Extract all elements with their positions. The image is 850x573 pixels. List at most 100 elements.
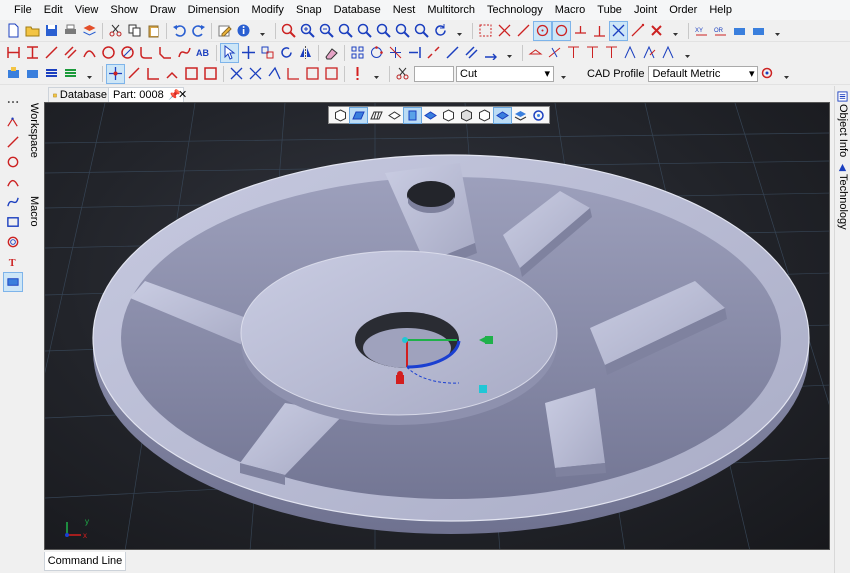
tab-database[interactable]: Database <box>48 87 112 102</box>
dim-linear-icon[interactable] <box>527 44 544 62</box>
right-view-icon[interactable] <box>458 108 475 123</box>
layer-icon[interactable] <box>81 22 98 40</box>
dropdown-arrow-icon[interactable] <box>679 44 696 62</box>
dropdown-arrow-icon[interactable] <box>368 65 385 83</box>
back-view-icon[interactable] <box>476 108 493 123</box>
snap-endpoint-icon[interactable] <box>477 22 494 40</box>
front-view-icon[interactable] <box>402 106 422 124</box>
command-line-tab[interactable]: Command Line <box>44 552 126 571</box>
menu-show[interactable]: Show <box>104 0 144 20</box>
dropdown-arrow-icon[interactable] <box>555 65 572 83</box>
technology-tab[interactable]: Technology <box>837 174 849 230</box>
workspace-tab[interactable]: Workspace <box>28 103 40 158</box>
draw-rectangle-icon[interactable] <box>4 213 22 231</box>
dim-aligned-icon[interactable] <box>546 44 563 62</box>
menu-technology[interactable]: Technology <box>481 0 549 20</box>
polar-array-icon[interactable] <box>368 44 385 62</box>
zoom-window-icon[interactable] <box>280 22 297 40</box>
zoom-realtime-icon[interactable] <box>413 22 430 40</box>
dropdown-arrow-icon[interactable] <box>667 22 684 40</box>
view-settings-icon[interactable] <box>530 108 547 123</box>
object-info-tab[interactable]: Object Info <box>837 104 849 157</box>
print-icon[interactable] <box>62 22 79 40</box>
zoom-selection-icon[interactable] <box>394 22 411 40</box>
snap-intersection-icon[interactable] <box>496 22 513 40</box>
coordinate-polar-icon[interactable]: OR <box>712 22 729 40</box>
draw-region-icon[interactable] <box>3 272 23 292</box>
close-icon[interactable]: ✕ <box>174 87 191 102</box>
dropdown-arrow-icon[interactable] <box>254 22 271 40</box>
layers-view-icon[interactable] <box>512 108 529 123</box>
menu-nest[interactable]: Nest <box>387 0 422 20</box>
stretch-icon[interactable] <box>482 44 499 62</box>
sheet-stack-icon[interactable] <box>43 65 60 83</box>
menu-macro[interactable]: Macro <box>549 0 592 20</box>
dropdown-arrow-icon[interactable] <box>778 65 795 83</box>
zoom-out-icon[interactable] <box>318 22 335 40</box>
draw-circle-3pt-icon[interactable] <box>119 44 136 62</box>
cut-sequence-icon[interactable] <box>266 65 283 83</box>
copy-move-icon[interactable] <box>259 44 276 62</box>
lead-out-icon[interactable] <box>126 65 143 83</box>
workplane-list-icon[interactable] <box>750 22 767 40</box>
macro-tab[interactable]: Macro <box>28 196 40 227</box>
cut-scissors-icon[interactable] <box>107 22 124 40</box>
rotate-icon[interactable] <box>278 44 295 62</box>
draw-spline-icon[interactable] <box>4 193 22 211</box>
loop-icon[interactable] <box>183 65 200 83</box>
paste-icon[interactable] <box>145 22 162 40</box>
workplane-icon[interactable] <box>731 22 748 40</box>
zoom-previous-icon[interactable] <box>356 22 373 40</box>
cut-type-select[interactable]: Cut ▾ <box>456 65 554 82</box>
snap-tangent-icon[interactable] <box>572 22 589 40</box>
undo-icon[interactable] <box>171 22 188 40</box>
lead-position-icon[interactable] <box>145 65 162 83</box>
draw-line-parallel-icon[interactable] <box>62 44 79 62</box>
join-icon[interactable] <box>444 44 461 62</box>
draw-text-icon[interactable]: AB <box>195 44 212 62</box>
menu-file[interactable]: File <box>8 0 38 20</box>
tool-path-icon[interactable] <box>323 65 340 83</box>
dropdown-arrow-icon[interactable] <box>81 65 98 83</box>
mirror-icon[interactable] <box>297 44 314 62</box>
new-file-icon[interactable] <box>5 22 22 40</box>
dim-radius-icon[interactable] <box>584 44 601 62</box>
dim-diameter-icon[interactable] <box>603 44 620 62</box>
snap-quadrant-icon[interactable] <box>552 20 571 41</box>
extend-icon[interactable] <box>406 44 423 62</box>
draw-arc-icon[interactable] <box>81 44 98 62</box>
top-view-icon[interactable] <box>386 108 403 123</box>
zoom-in-icon[interactable] <box>299 22 316 40</box>
draw-fillet-icon[interactable] <box>138 44 155 62</box>
break-icon[interactable] <box>425 44 442 62</box>
save-icon[interactable] <box>43 22 60 40</box>
draw-line-icon[interactable] <box>4 133 22 151</box>
draw-line-angle-icon[interactable] <box>43 44 60 62</box>
cut-order-icon[interactable] <box>228 65 245 83</box>
menu-snap[interactable]: Snap <box>290 0 328 20</box>
dim-edit-icon[interactable] <box>641 44 658 62</box>
snap-line-icon[interactable] <box>515 22 532 40</box>
part-open-icon[interactable] <box>24 65 41 83</box>
cut-tool-scissors-icon[interactable] <box>394 65 411 83</box>
snap-perpendicular-icon[interactable] <box>591 22 608 40</box>
edit-pencil-icon[interactable] <box>216 22 233 40</box>
cad-viewport[interactable]: x y <box>44 102 830 550</box>
draw-chamfer-icon[interactable] <box>157 44 174 62</box>
coordinate-xy-icon[interactable]: XY <box>693 22 710 40</box>
menu-view[interactable]: View <box>69 0 105 20</box>
bottom-view-icon[interactable] <box>492 106 512 124</box>
dropdown-arrow-icon[interactable] <box>451 22 468 40</box>
profile-settings-icon[interactable] <box>759 65 776 83</box>
zoom-all-icon[interactable] <box>375 22 392 40</box>
snap-clear-icon[interactable] <box>648 22 665 40</box>
move-icon[interactable] <box>240 44 257 62</box>
warning-icon[interactable] <box>349 65 366 83</box>
menu-modify[interactable]: Modify <box>246 0 290 20</box>
view-3d-box-icon[interactable] <box>332 108 349 123</box>
dim-style-icon[interactable] <box>660 44 677 62</box>
dim-leader-icon[interactable] <box>622 44 639 62</box>
dropdown-arrow-icon[interactable] <box>769 22 786 40</box>
cut-color-field[interactable] <box>414 65 454 82</box>
menu-joint[interactable]: Joint <box>628 0 663 20</box>
